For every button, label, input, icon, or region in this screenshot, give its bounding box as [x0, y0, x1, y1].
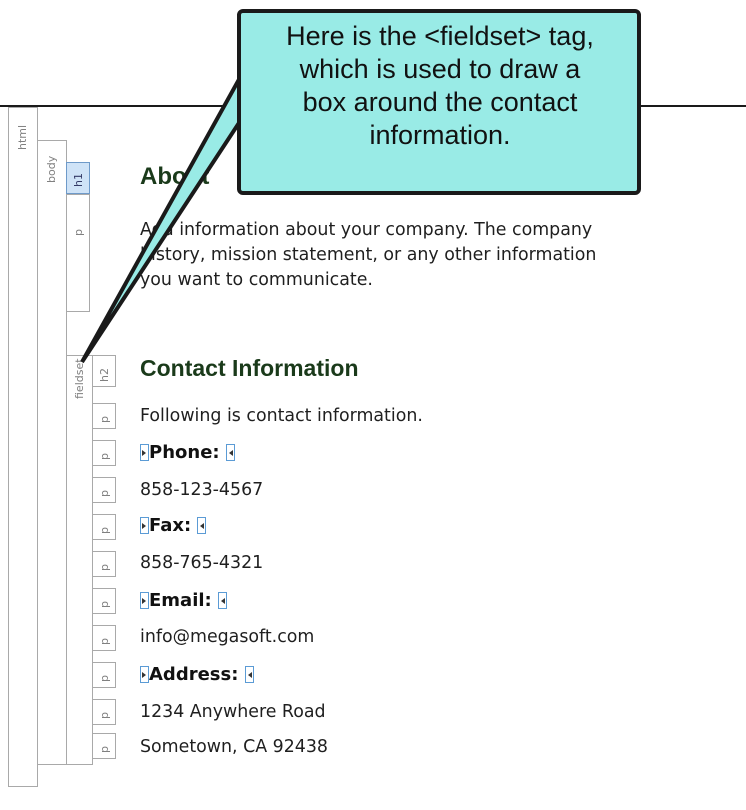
callout-line: box around the contact	[302, 87, 578, 117]
callout-line: Here is the <fieldset> tag,	[286, 21, 594, 51]
callout-line: which is used to draw a	[299, 54, 581, 84]
callout-text: Here is the <fieldset> tag, which is use…	[243, 20, 637, 152]
callout-line: information.	[369, 120, 511, 150]
